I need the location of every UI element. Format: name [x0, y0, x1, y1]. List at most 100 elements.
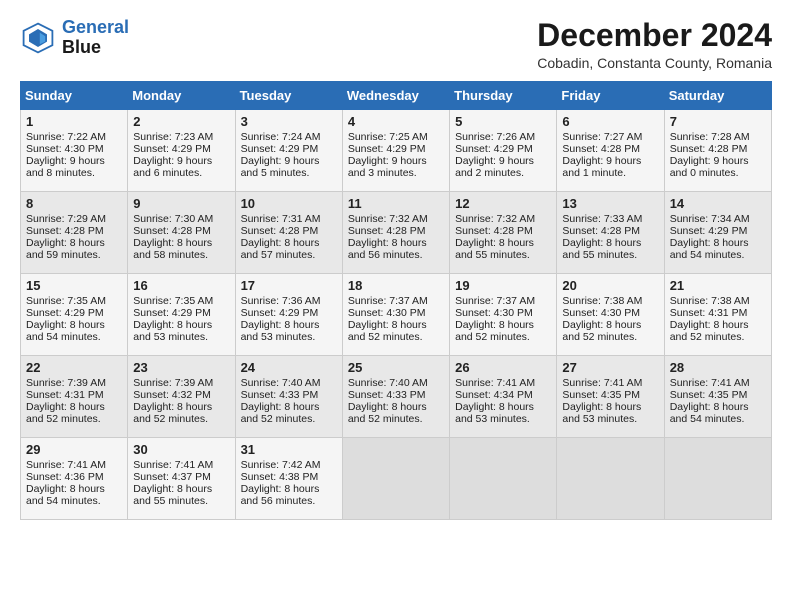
day-info-line: Sunset: 4:28 PM	[670, 143, 766, 155]
day-info-line: Daylight: 8 hours	[455, 401, 551, 413]
day-info-line: and 5 minutes.	[241, 167, 337, 179]
title-block: December 2024 Cobadin, Constanta County,…	[537, 18, 772, 71]
day-number: 24	[241, 360, 337, 375]
calendar-cell: 20Sunrise: 7:38 AMSunset: 4:30 PMDayligh…	[557, 274, 664, 356]
calendar-cell: 30Sunrise: 7:41 AMSunset: 4:37 PMDayligh…	[128, 438, 235, 520]
day-info-line: Sunrise: 7:28 AM	[670, 131, 766, 143]
calendar-cell: 14Sunrise: 7:34 AMSunset: 4:29 PMDayligh…	[664, 192, 771, 274]
day-info-line: and 52 minutes.	[455, 331, 551, 343]
day-info-line: Sunset: 4:29 PM	[670, 225, 766, 237]
day-info-line: and 8 minutes.	[26, 167, 122, 179]
day-info-line: Daylight: 8 hours	[241, 483, 337, 495]
day-info-line: Sunrise: 7:41 AM	[670, 377, 766, 389]
day-info-line: and 53 minutes.	[133, 331, 229, 343]
calendar-cell: 28Sunrise: 7:41 AMSunset: 4:35 PMDayligh…	[664, 356, 771, 438]
day-info-line: Daylight: 8 hours	[241, 401, 337, 413]
day-number: 4	[348, 114, 444, 129]
day-info-line: Daylight: 8 hours	[670, 237, 766, 249]
page-container: General Blue December 2024 Cobadin, Cons…	[0, 0, 792, 530]
day-info-line: Sunrise: 7:30 AM	[133, 213, 229, 225]
day-info-line: and 55 minutes.	[562, 249, 658, 261]
day-info-line: Sunrise: 7:40 AM	[348, 377, 444, 389]
calendar-cell: 9 Sunrise: 7:30 AMSunset: 4:28 PMDaylight…	[128, 192, 235, 274]
day-info-line: Daylight: 8 hours	[133, 237, 229, 249]
day-info-line: Sunrise: 7:23 AM	[133, 131, 229, 143]
day-info-line: Sunrise: 7:39 AM	[26, 377, 122, 389]
day-info-line: Daylight: 8 hours	[348, 237, 444, 249]
day-number: 7	[670, 114, 766, 129]
calendar-cell: 6Sunrise: 7:27 AMSunset: 4:28 PMDaylight…	[557, 110, 664, 192]
calendar-cell: 12Sunrise: 7:32 AMSunset: 4:28 PMDayligh…	[450, 192, 557, 274]
calendar-table: SundayMondayTuesdayWednesdayThursdayFrid…	[20, 81, 772, 520]
day-info-line: and 54 minutes.	[26, 331, 122, 343]
day-number: 31	[241, 442, 337, 457]
day-info-line: Daylight: 9 hours	[562, 155, 658, 167]
calendar-cell: 25Sunrise: 7:40 AMSunset: 4:33 PMDayligh…	[342, 356, 449, 438]
day-info-line: Sunrise: 7:41 AM	[562, 377, 658, 389]
day-info-line: Sunrise: 7:41 AM	[455, 377, 551, 389]
day-info-line: Daylight: 9 hours	[133, 155, 229, 167]
day-info-line: Sunrise: 7:33 AM	[562, 213, 658, 225]
day-number: 17	[241, 278, 337, 293]
day-info-line: Sunset: 4:31 PM	[26, 389, 122, 401]
day-info-line: Sunset: 4:38 PM	[241, 471, 337, 483]
calendar-cell: 29Sunrise: 7:41 AMSunset: 4:36 PMDayligh…	[21, 438, 128, 520]
day-info-line: Sunset: 4:30 PM	[26, 143, 122, 155]
week-row-3: 15Sunrise: 7:35 AMSunset: 4:29 PMDayligh…	[21, 274, 772, 356]
day-info-line: Sunset: 4:37 PM	[133, 471, 229, 483]
day-info-line: Sunrise: 7:26 AM	[455, 131, 551, 143]
day-info-line: Sunset: 4:28 PM	[455, 225, 551, 237]
day-info-line: Sunrise: 7:29 AM	[26, 213, 122, 225]
day-number: 29	[26, 442, 122, 457]
day-info-line: Sunset: 4:30 PM	[455, 307, 551, 319]
day-number: 9	[133, 196, 229, 211]
day-info-line: Daylight: 8 hours	[241, 319, 337, 331]
day-info-line: Sunrise: 7:32 AM	[455, 213, 551, 225]
calendar-cell: 4Sunrise: 7:25 AMSunset: 4:29 PMDaylight…	[342, 110, 449, 192]
day-number: 22	[26, 360, 122, 375]
logo-icon	[20, 20, 56, 56]
calendar-cell: 31Sunrise: 7:42 AMSunset: 4:38 PMDayligh…	[235, 438, 342, 520]
day-info-line: Sunrise: 7:35 AM	[133, 295, 229, 307]
column-header-saturday: Saturday	[664, 82, 771, 110]
day-info-line: Daylight: 8 hours	[348, 319, 444, 331]
day-info-line: Daylight: 9 hours	[670, 155, 766, 167]
day-number: 3	[241, 114, 337, 129]
calendar-cell	[664, 438, 771, 520]
day-info-line: Sunrise: 7:37 AM	[455, 295, 551, 307]
week-row-5: 29Sunrise: 7:41 AMSunset: 4:36 PMDayligh…	[21, 438, 772, 520]
day-info-line: Sunset: 4:35 PM	[670, 389, 766, 401]
day-number: 27	[562, 360, 658, 375]
day-info-line: and 2 minutes.	[455, 167, 551, 179]
day-info-line: Sunset: 4:30 PM	[562, 307, 658, 319]
day-info-line: Sunset: 4:33 PM	[348, 389, 444, 401]
calendar-cell: 24Sunrise: 7:40 AMSunset: 4:33 PMDayligh…	[235, 356, 342, 438]
day-info-line: and 52 minutes.	[348, 331, 444, 343]
day-info-line: Sunset: 4:29 PM	[133, 307, 229, 319]
location: Cobadin, Constanta County, Romania	[537, 55, 772, 71]
day-info-line: Sunset: 4:28 PM	[133, 225, 229, 237]
day-info-line: Sunset: 4:29 PM	[348, 143, 444, 155]
day-info-line: Daylight: 8 hours	[26, 319, 122, 331]
day-info-line: Sunrise: 7:32 AM	[348, 213, 444, 225]
day-info-line: and 52 minutes.	[26, 413, 122, 425]
month-title: December 2024	[537, 18, 772, 53]
column-header-wednesday: Wednesday	[342, 82, 449, 110]
day-info-line: and 58 minutes.	[133, 249, 229, 261]
day-number: 26	[455, 360, 551, 375]
day-info-line: Sunset: 4:28 PM	[241, 225, 337, 237]
day-info-line: Sunset: 4:28 PM	[26, 225, 122, 237]
day-info-line: Sunrise: 7:36 AM	[241, 295, 337, 307]
calendar-cell	[450, 438, 557, 520]
day-number: 8	[26, 196, 122, 211]
day-number: 1	[26, 114, 122, 129]
day-number: 25	[348, 360, 444, 375]
day-info-line: Sunset: 4:28 PM	[562, 143, 658, 155]
day-info-line: Daylight: 8 hours	[670, 401, 766, 413]
day-number: 20	[562, 278, 658, 293]
day-info-line: and 55 minutes.	[133, 495, 229, 507]
day-number: 2	[133, 114, 229, 129]
day-info-line: Sunrise: 7:35 AM	[26, 295, 122, 307]
day-info-line: and 56 minutes.	[241, 495, 337, 507]
day-info-line: and 52 minutes.	[348, 413, 444, 425]
